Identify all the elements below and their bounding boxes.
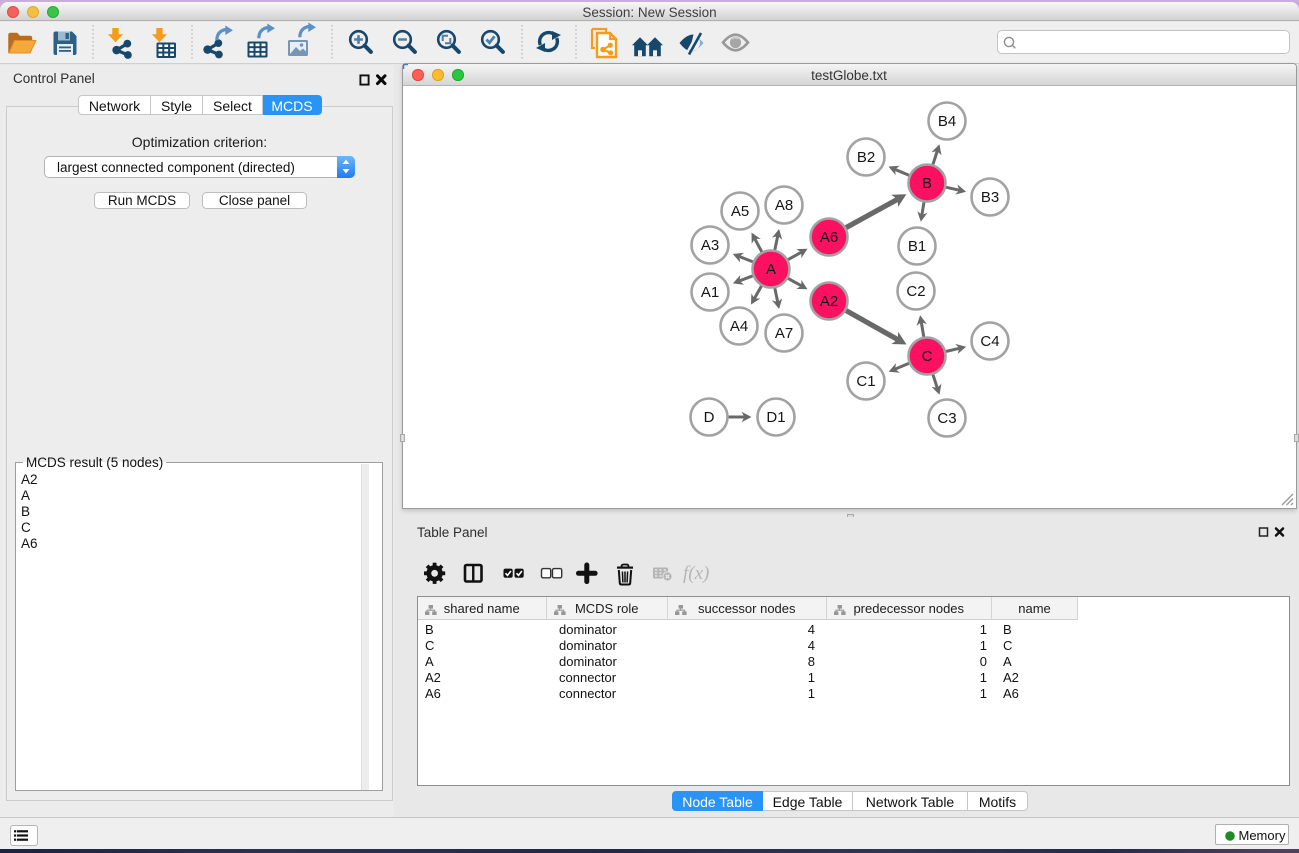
svg-text:A3: A3 <box>701 237 719 254</box>
svg-text:B3: B3 <box>981 189 999 206</box>
svg-text:C: C <box>922 348 933 365</box>
svg-text:A5: A5 <box>731 203 749 220</box>
svg-text:A6: A6 <box>820 229 838 246</box>
svg-text:B: B <box>922 175 932 192</box>
svg-text:C3: C3 <box>937 410 956 427</box>
svg-text:D: D <box>704 409 715 426</box>
svg-text:C2: C2 <box>906 283 925 300</box>
svg-text:C4: C4 <box>980 333 999 350</box>
svg-text:A7: A7 <box>775 325 793 342</box>
svg-text:D1: D1 <box>766 409 785 426</box>
svg-text:B4: B4 <box>938 113 956 130</box>
svg-text:A2: A2 <box>820 293 838 310</box>
svg-text:A: A <box>766 261 776 278</box>
svg-text:A8: A8 <box>775 197 793 214</box>
svg-text:A1: A1 <box>701 284 719 301</box>
svg-text:C1: C1 <box>856 373 875 390</box>
svg-text:B2: B2 <box>857 149 875 166</box>
svg-text:B1: B1 <box>908 238 926 255</box>
svg-text:A4: A4 <box>730 318 748 335</box>
